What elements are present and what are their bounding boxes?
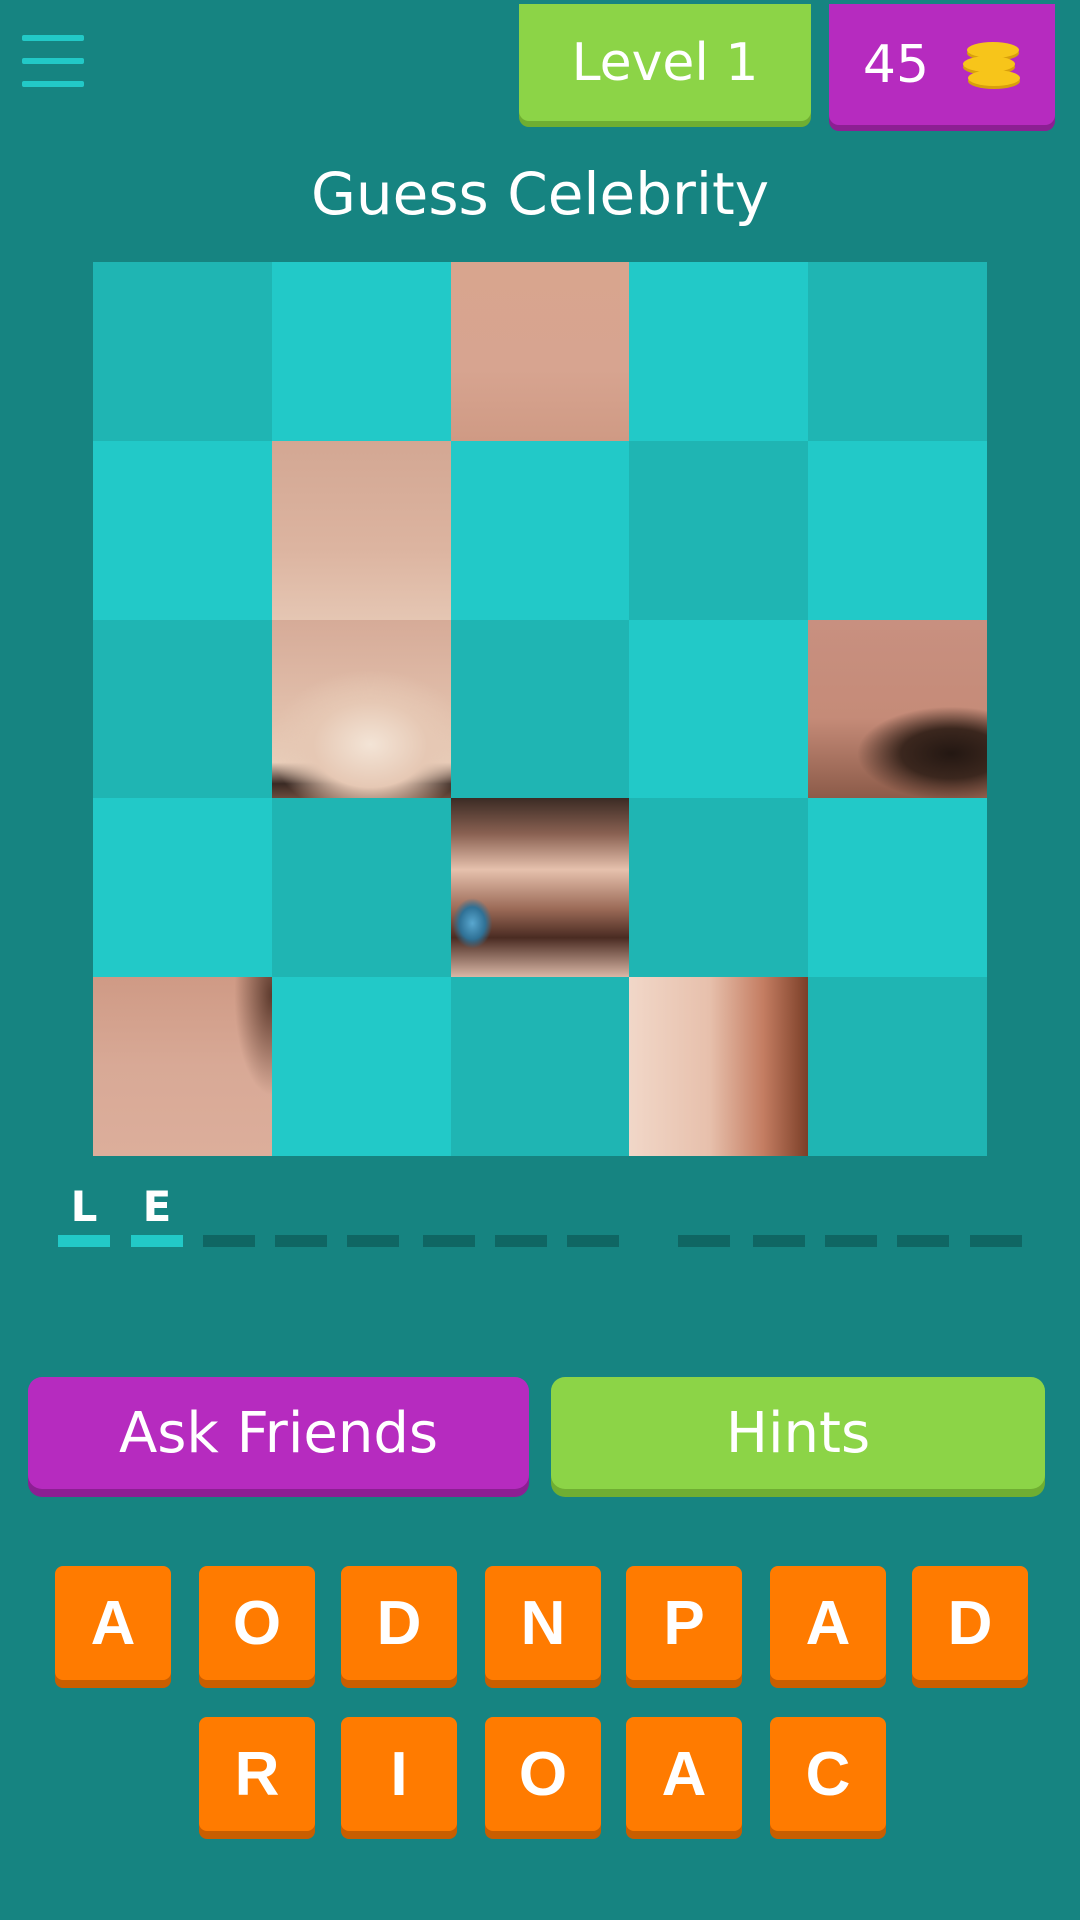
answer-letter: E xyxy=(142,1182,172,1231)
answer-slot[interactable] xyxy=(203,1170,255,1250)
hidden-tile xyxy=(808,262,987,441)
letter-key[interactable]: D xyxy=(341,1566,457,1680)
letter-key[interactable]: A xyxy=(55,1566,171,1680)
hidden-tile xyxy=(808,440,987,620)
hamburger-menu-icon[interactable] xyxy=(22,35,84,89)
answer-slot[interactable] xyxy=(347,1170,399,1250)
hidden-tile xyxy=(450,977,630,1156)
hidden-tile xyxy=(93,440,272,620)
level-label: Level 1 xyxy=(571,32,759,93)
revealed-tile xyxy=(629,977,809,1156)
hidden-tile xyxy=(271,262,451,441)
hidden-tile xyxy=(271,977,451,1156)
letter-key[interactable]: D xyxy=(912,1566,1028,1680)
answer-slot[interactable] xyxy=(970,1170,1022,1250)
ask-friends-button[interactable]: Ask Friends xyxy=(28,1377,529,1489)
letter-key[interactable]: A xyxy=(626,1717,742,1831)
hidden-tile xyxy=(629,798,809,978)
coin-stack-icon xyxy=(963,41,1021,88)
answer-slots: L E xyxy=(0,1170,1080,1250)
hidden-tile xyxy=(629,619,809,799)
letter-key[interactable]: A xyxy=(770,1566,886,1680)
answer-slot[interactable]: L xyxy=(58,1170,110,1250)
hidden-tile xyxy=(629,440,809,620)
letter-key[interactable]: I xyxy=(341,1717,457,1831)
hidden-tile xyxy=(808,798,987,978)
hidden-tile xyxy=(93,262,272,441)
hidden-tile xyxy=(808,977,987,1156)
answer-slot[interactable] xyxy=(897,1170,949,1250)
coin-count: 45 xyxy=(862,34,930,95)
letter-key[interactable]: O xyxy=(485,1717,601,1831)
page-title: Guess Celebrity xyxy=(310,160,770,228)
revealed-tile xyxy=(450,262,630,441)
answer-letter: L xyxy=(70,1182,98,1231)
letter-key[interactable]: O xyxy=(199,1566,315,1680)
revealed-tile xyxy=(93,977,272,1156)
revealed-tile xyxy=(271,440,451,620)
hidden-tile xyxy=(271,798,451,978)
answer-slot[interactable] xyxy=(423,1170,475,1250)
answer-slot[interactable] xyxy=(275,1170,327,1250)
letter-key[interactable]: P xyxy=(626,1566,742,1680)
answer-slot[interactable] xyxy=(753,1170,805,1250)
letter-key[interactable]: C xyxy=(770,1717,886,1831)
level-badge: Level 1 xyxy=(519,4,811,121)
hidden-tile xyxy=(629,262,809,441)
hidden-tile xyxy=(450,440,630,620)
answer-slot[interactable] xyxy=(678,1170,730,1250)
answer-slot[interactable] xyxy=(825,1170,877,1250)
puzzle-image-grid xyxy=(93,262,987,1156)
hidden-tile xyxy=(450,619,630,799)
answer-slot[interactable]: E xyxy=(131,1170,183,1250)
revealed-tile xyxy=(271,619,451,799)
hidden-tile xyxy=(93,798,272,978)
letter-key[interactable]: R xyxy=(199,1717,315,1831)
hints-button[interactable]: Hints xyxy=(551,1377,1045,1489)
hidden-tile xyxy=(93,619,272,799)
coins-badge[interactable]: 45 xyxy=(829,4,1055,125)
revealed-tile xyxy=(808,619,987,799)
revealed-tile xyxy=(450,798,630,978)
letter-key[interactable]: N xyxy=(485,1566,601,1680)
answer-slot[interactable] xyxy=(567,1170,619,1250)
answer-slot[interactable] xyxy=(495,1170,547,1250)
